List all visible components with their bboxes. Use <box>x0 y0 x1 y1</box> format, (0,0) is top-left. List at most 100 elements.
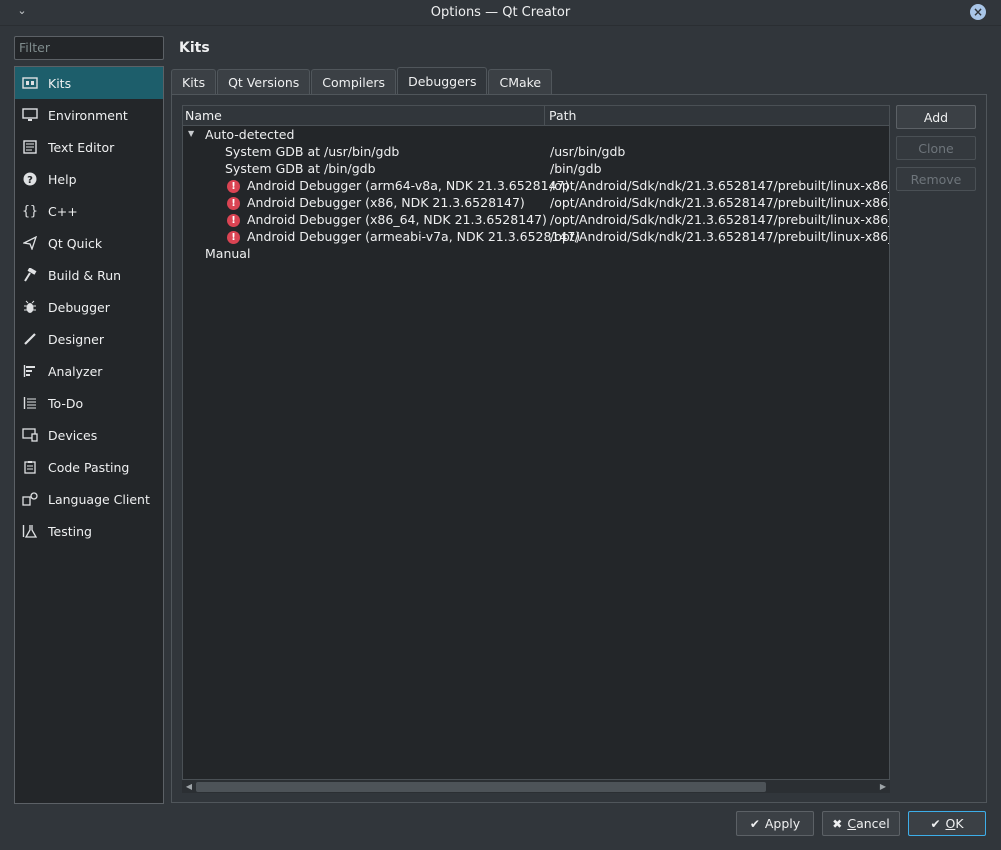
tab-cmake[interactable]: CMake <box>488 69 553 94</box>
sidebar: Kits Environment Text Editor ? Help {} C… <box>14 66 164 804</box>
row-name: Auto-detected <box>205 127 295 142</box>
braces-icon: {} <box>22 203 38 219</box>
close-icon[interactable]: × <box>970 4 986 20</box>
scrollbar-thumb[interactable] <box>196 782 766 792</box>
tab-debuggers[interactable]: Debuggers <box>397 67 488 94</box>
sidebar-item-devices[interactable]: Devices <box>15 419 163 451</box>
tab-compilers[interactable]: Compilers <box>311 69 397 94</box>
sidebar-item-label: To-Do <box>48 395 84 411</box>
debuggers-tree[interactable]: Name Path ▼ Auto-detected System GDB at … <box>182 105 890 793</box>
tree-rows: ▼ Auto-detected System GDB at /usr/bin/g… <box>183 127 889 263</box>
hammer-icon <box>21 266 39 284</box>
row-path: /opt/Android/Sdk/ndk/21.3.6528147/prebui… <box>550 212 889 227</box>
tree-row[interactable]: ! Android Debugger (x86_64, NDK 21.3.652… <box>183 212 889 229</box>
sidebar-item-designer[interactable]: Designer <box>15 323 163 355</box>
clone-button[interactable]: Clone <box>896 136 976 160</box>
sidebar-item-analyzer[interactable]: Analyzer <box>15 355 163 387</box>
sidebar-item-label: Analyzer <box>48 363 103 379</box>
ok-label: K <box>955 816 964 831</box>
row-name: Android Debugger (armeabi-v7a, NDK 21.3.… <box>247 229 581 244</box>
tree-row[interactable]: ! Android Debugger (arm64-v8a, NDK 21.3.… <box>183 178 889 195</box>
scroll-left-icon[interactable]: ◀ <box>183 781 195 793</box>
tree-row-auto-detected[interactable]: ▼ Auto-detected <box>183 127 889 144</box>
monitor-icon <box>21 106 39 124</box>
clipboard-icon <box>21 458 39 476</box>
horizontal-scrollbar[interactable]: ◀ ▶ <box>182 779 890 793</box>
remove-button[interactable]: Remove <box>896 167 976 191</box>
add-button[interactable]: Add <box>896 105 976 129</box>
column-divider[interactable] <box>544 106 545 126</box>
text-editor-icon <box>21 138 39 156</box>
paper-plane-icon <box>21 234 39 252</box>
column-header-name[interactable]: Name <box>185 108 222 123</box>
row-path: /opt/Android/Sdk/ndk/21.3.6528147/prebui… <box>550 229 889 244</box>
sidebar-item-label: Devices <box>48 427 98 443</box>
filter-input[interactable]: Filter <box>14 36 164 60</box>
scroll-right-icon[interactable]: ▶ <box>877 781 889 793</box>
row-name: Android Debugger (arm64-v8a, NDK 21.3.65… <box>247 178 570 193</box>
sidebar-item-code-pasting[interactable]: Code Pasting <box>15 451 163 483</box>
sidebar-item-kits[interactable]: Kits <box>15 67 163 99</box>
sidebar-item-label: Text Editor <box>48 139 115 155</box>
checkmark-icon: ✔ <box>930 816 941 831</box>
ok-button[interactable]: ✔ OK <box>908 811 986 836</box>
tab-kits[interactable]: Kits <box>171 69 217 94</box>
row-name: Android Debugger (x86_64, NDK 21.3.65281… <box>247 212 547 227</box>
page-title: Kits <box>179 40 210 56</box>
sidebar-item-testing[interactable]: Testing <box>15 515 163 547</box>
bug-icon <box>21 298 39 316</box>
cancel-x-icon: ✖ <box>832 816 843 831</box>
apply-button[interactable]: ✔ Apply <box>736 811 814 836</box>
devices-icon <box>21 426 39 444</box>
cancel-button[interactable]: ✖ Cancel <box>822 811 900 836</box>
tree-row[interactable]: System GDB at /usr/bin/gdb /usr/bin/gdb <box>183 144 889 161</box>
error-icon: ! <box>227 231 240 244</box>
sidebar-item-cpp[interactable]: {} C++ <box>15 195 163 227</box>
title-bar: ⌄ Options — Qt Creator × <box>0 0 1001 26</box>
tree-row[interactable]: ! Android Debugger (x86, NDK 21.3.652814… <box>183 195 889 212</box>
tab-qt-versions[interactable]: Qt Versions <box>217 69 311 94</box>
sidebar-item-text-editor[interactable]: Text Editor <box>15 131 163 163</box>
sidebar-item-debugger[interactable]: Debugger <box>15 291 163 323</box>
row-name: System GDB at /bin/gdb <box>225 161 376 176</box>
sidebar-item-label: Code Pasting <box>48 459 130 475</box>
flask-icon <box>21 522 39 540</box>
apply-label: Apply <box>764 816 801 831</box>
kits-icon <box>21 74 39 92</box>
ok-mnemonic: O <box>945 816 956 831</box>
row-path: /opt/Android/Sdk/ndk/21.3.6528147/prebui… <box>550 178 889 193</box>
sidebar-item-label: Designer <box>48 331 104 347</box>
column-header-path[interactable]: Path <box>549 108 576 123</box>
sidebar-item-label: Build & Run <box>48 267 122 283</box>
sidebar-item-help[interactable]: ? Help <box>15 163 163 195</box>
row-name: Android Debugger (x86, NDK 21.3.6528147) <box>247 195 525 210</box>
row-path: /usr/bin/gdb <box>550 144 626 159</box>
sidebar-item-label: Environment <box>48 107 128 123</box>
sidebar-item-todo[interactable]: To-Do <box>15 387 163 419</box>
todo-list-icon <box>21 394 39 412</box>
cancel-mnemonic: C <box>847 816 857 831</box>
sidebar-item-qt-quick[interactable]: Qt Quick <box>15 227 163 259</box>
error-icon: ! <box>227 214 240 227</box>
sidebar-item-label: Help <box>48 171 77 187</box>
expand-arrow-icon[interactable]: ▼ <box>188 129 198 139</box>
sidebar-item-label: Debugger <box>48 299 110 315</box>
pencil-icon <box>21 330 39 348</box>
sidebar-item-build-run[interactable]: Build & Run <box>15 259 163 291</box>
help-icon: ? <box>21 170 39 188</box>
sidebar-item-label: Testing <box>48 523 92 539</box>
svg-text:?: ? <box>27 175 33 186</box>
sidebar-item-environment[interactable]: Environment <box>15 99 163 131</box>
error-icon: ! <box>227 180 240 193</box>
row-name: Manual <box>205 246 251 261</box>
row-path: /bin/gdb <box>550 161 602 176</box>
sidebar-item-language-client[interactable]: Language Client <box>15 483 163 515</box>
tree-row[interactable]: System GDB at /bin/gdb /bin/gdb <box>183 161 889 178</box>
tree-row[interactable]: ! Android Debugger (armeabi-v7a, NDK 21.… <box>183 229 889 246</box>
sidebar-item-label: C++ <box>48 203 78 219</box>
row-path: /opt/Android/Sdk/ndk/21.3.6528147/prebui… <box>550 195 889 210</box>
checkmark-icon: ✔ <box>749 816 760 831</box>
tree-row-manual[interactable]: Manual <box>183 246 889 263</box>
sidebar-item-label: Kits <box>48 75 72 91</box>
row-name: System GDB at /usr/bin/gdb <box>225 144 400 159</box>
